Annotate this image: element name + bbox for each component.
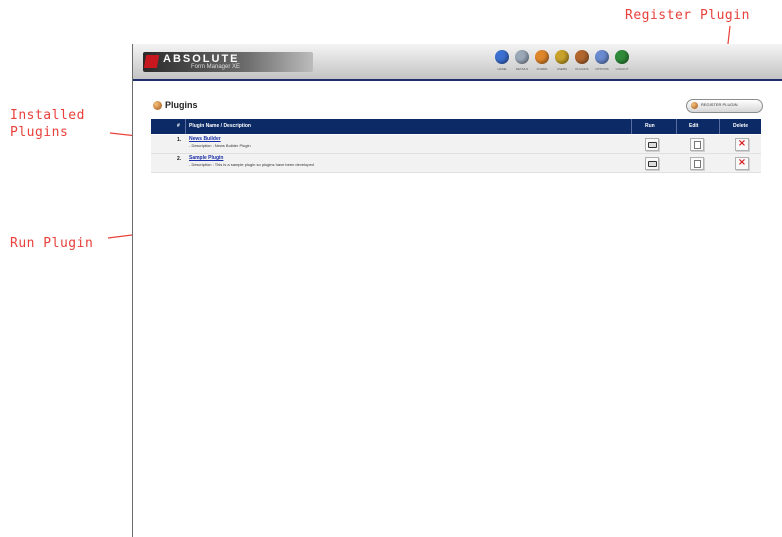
column-divider	[631, 119, 632, 134]
delete-icon: ×	[737, 157, 747, 168]
register-plugin-label: REGISTER PLUGIN	[701, 102, 738, 107]
run-plugin-button[interactable]	[645, 157, 659, 170]
page-title: Plugins	[165, 100, 198, 110]
app-header: ABSOLUTE Form Manager XE HOME DETAILS FO…	[133, 44, 782, 81]
logout-icon	[615, 50, 629, 64]
header-run: Run	[645, 123, 655, 129]
table-row: 1. News Builder - Description : News Bui…	[151, 135, 761, 154]
details-icon	[515, 50, 529, 64]
plugins-title-icon	[153, 101, 162, 110]
nav-home[interactable]: HOME	[493, 48, 511, 76]
header-delete: Delete	[733, 123, 749, 129]
nav-details[interactable]: DETAILS	[513, 48, 531, 76]
column-divider	[676, 119, 677, 134]
plugin-description: - Description : News Builder Plugin	[189, 143, 251, 148]
plugin-icon	[691, 102, 698, 109]
logo-mark-icon	[143, 55, 160, 68]
nav-logout[interactable]: LOGOUT	[613, 48, 631, 76]
plugin-description: - Description : This is a sample plugin …	[189, 162, 314, 167]
column-divider	[185, 119, 186, 134]
nav-plugins[interactable]: PLUGINS	[573, 48, 591, 76]
installed-plugins-callout-line2: Plugins	[10, 125, 69, 140]
row-number: 1.	[177, 137, 182, 143]
options-icon	[595, 50, 609, 64]
edit-plugin-button[interactable]	[690, 157, 704, 170]
forms-icon	[535, 50, 549, 64]
plugin-name-link[interactable]: Sample Plugin	[189, 155, 223, 161]
plugin-name-link[interactable]: News Builder	[189, 136, 221, 142]
delete-icon: ×	[737, 138, 747, 149]
header-number: #	[177, 123, 180, 129]
register-plugin-button[interactable]: REGISTER PLUGIN	[686, 99, 763, 113]
table-row: 2. Sample Plugin - Description : This is…	[151, 154, 761, 173]
delete-plugin-button[interactable]: ×	[735, 138, 749, 151]
header-name: Plugin Name / Description	[189, 123, 251, 129]
app-logo[interactable]: ABSOLUTE Form Manager XE	[143, 52, 313, 72]
users-icon	[555, 50, 569, 64]
register-plugin-callout: Register Plugin	[625, 8, 750, 23]
run-plugin-callout: Run Plugin	[10, 236, 94, 251]
app-window: ABSOLUTE Form Manager XE HOME DETAILS FO…	[132, 44, 782, 537]
edit-plugin-button[interactable]	[690, 138, 704, 151]
nav-options[interactable]: OPTIONS	[593, 48, 611, 76]
logo-subtitle: Form Manager XE	[191, 64, 241, 70]
run-plugin-button[interactable]	[645, 138, 659, 151]
nav-forms[interactable]: FORMS	[533, 48, 551, 76]
installed-plugins-callout-line1: Installed	[10, 108, 85, 123]
plugins-icon	[575, 50, 589, 64]
nav-users[interactable]: USERS	[553, 48, 571, 76]
table-header: # Plugin Name / Description Run Edit Del…	[151, 119, 761, 134]
nav-logout-label: LOGOUT	[615, 67, 629, 71]
column-divider	[719, 119, 720, 134]
header-edit: Edit	[689, 123, 699, 129]
home-icon	[495, 50, 509, 64]
delete-plugin-button[interactable]: ×	[735, 157, 749, 170]
row-number: 2.	[177, 156, 182, 162]
